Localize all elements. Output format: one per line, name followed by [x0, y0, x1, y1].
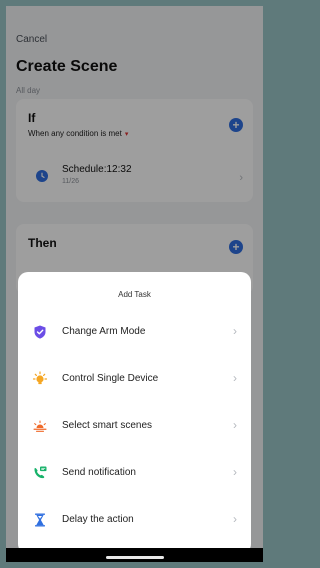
task-delay-the-action[interactable]: Delay the action ›	[18, 498, 251, 544]
task-label: Control Single Device	[62, 373, 159, 384]
add-task-sheet: Add Task Change Arm Mode › Control Singl…	[18, 272, 251, 554]
task-select-smart-scenes[interactable]: Select smart scenes ›	[18, 404, 251, 450]
lightbulb-icon	[32, 371, 48, 387]
task-control-single-device[interactable]: Control Single Device ›	[18, 357, 251, 403]
task-label: Send notification	[62, 467, 136, 478]
sunrise-icon	[32, 418, 48, 434]
phone-message-icon	[32, 465, 48, 481]
task-label: Change Arm Mode	[62, 326, 146, 337]
chevron-right-icon: ›	[233, 465, 237, 479]
phone-screen: Cancel Create Scene All day If When any …	[6, 6, 263, 562]
task-send-notification[interactable]: Send notification ›	[18, 451, 251, 497]
chevron-right-icon: ›	[233, 512, 237, 526]
task-label: Delay the action	[62, 514, 134, 525]
chevron-right-icon: ›	[233, 324, 237, 338]
chevron-right-icon: ›	[233, 418, 237, 432]
task-label: Select smart scenes	[62, 420, 153, 431]
navigation-bar	[6, 548, 263, 562]
hourglass-icon	[32, 512, 48, 528]
task-change-arm-mode[interactable]: Change Arm Mode ›	[18, 310, 251, 356]
chevron-right-icon: ›	[233, 371, 237, 385]
shield-icon	[32, 324, 48, 340]
sheet-title: Add Task	[118, 290, 151, 299]
home-indicator[interactable]	[106, 556, 164, 559]
